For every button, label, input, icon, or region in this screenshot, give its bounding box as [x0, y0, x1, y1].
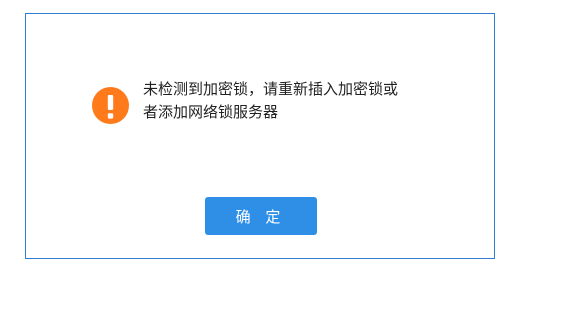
page: 未检测到加密锁，请重新插入加密锁或 者添加网络锁服务器 确 定 — [0, 0, 587, 326]
dialog-message: 未检测到加密锁，请重新插入加密锁或 者添加网络锁服务器 — [143, 78, 463, 124]
warning-icon — [92, 87, 129, 124]
message-line-2: 者添加网络锁服务器 — [143, 103, 279, 121]
message-line-1: 未检测到加密锁，请重新插入加密锁或 — [143, 80, 399, 98]
confirm-button[interactable]: 确 定 — [205, 197, 317, 235]
dongle-warning-dialog: 未检测到加密锁，请重新插入加密锁或 者添加网络锁服务器 确 定 — [25, 13, 495, 259]
